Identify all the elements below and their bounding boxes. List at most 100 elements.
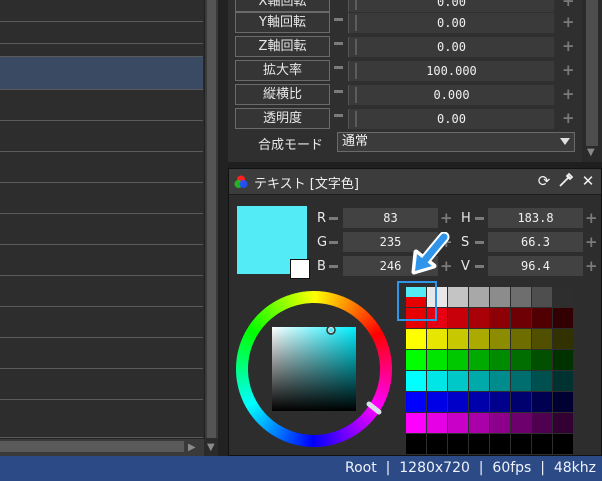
palette-swatch[interactable] (406, 371, 426, 391)
palette-swatch[interactable] (490, 287, 510, 307)
palette-swatch[interactable] (553, 329, 573, 349)
layer-row[interactable] (0, 121, 203, 152)
plus-icon[interactable]: + (440, 211, 453, 226)
layer-row[interactable] (0, 245, 203, 276)
palette-swatch[interactable] (469, 308, 489, 328)
minus-icon[interactable] (334, 90, 343, 93)
palette-swatch[interactable] (553, 287, 573, 307)
layer-row[interactable] (0, 152, 203, 183)
palette-swatch[interactable] (532, 392, 552, 412)
palette-swatch[interactable] (406, 413, 426, 433)
palette-swatch[interactable] (511, 287, 531, 307)
channel-value-v[interactable]: 96.4 (488, 256, 583, 276)
property-value-slider[interactable]: 0.00 (348, 37, 554, 57)
palette-swatch[interactable] (448, 350, 468, 370)
property-value-slider[interactable]: 0.00 (348, 0, 554, 12)
layer-row[interactable] (0, 0, 203, 22)
layer-row[interactable] (0, 90, 203, 121)
property-value-slider[interactable]: 100.000 (348, 61, 554, 81)
palette-swatch[interactable] (532, 308, 552, 328)
palette-swatch[interactable] (406, 392, 426, 412)
palette-swatch[interactable] (469, 413, 489, 433)
plus-icon[interactable]: + (562, 111, 575, 126)
palette-swatch[interactable] (427, 434, 447, 454)
palette-swatch[interactable] (448, 434, 468, 454)
minus-icon[interactable] (475, 265, 484, 268)
palette-swatch[interactable] (511, 329, 531, 349)
saturation-value-square[interactable] (272, 327, 356, 411)
palette-swatch[interactable] (469, 392, 489, 412)
palette-swatch[interactable] (448, 329, 468, 349)
blend-mode-select[interactable]: 通常 (337, 132, 575, 152)
palette-swatch[interactable] (490, 329, 510, 349)
layer-row[interactable] (0, 338, 203, 369)
minus-icon[interactable] (329, 241, 338, 244)
layer-row-selected[interactable] (0, 57, 203, 90)
timeline-layer-list[interactable] (0, 0, 203, 438)
palette-swatch[interactable] (490, 371, 510, 391)
scroll-right-arrow-icon[interactable]: ▶ (188, 443, 196, 453)
layer-row[interactable] (0, 276, 203, 307)
palette-swatch[interactable] (532, 350, 552, 370)
scroll-down-arrow-icon[interactable]: ▼ (587, 148, 595, 158)
palette-swatch[interactable] (490, 413, 510, 433)
properties-scroll-thumb[interactable] (586, 0, 598, 146)
palette-swatch[interactable] (427, 392, 447, 412)
layer-row[interactable] (0, 214, 203, 245)
palette-swatch[interactable] (532, 329, 552, 349)
property-label[interactable]: 透明度 (235, 108, 330, 129)
plus-icon[interactable]: + (585, 211, 598, 226)
timeline-horizontal-scroll-thumb[interactable] (0, 441, 184, 452)
palette-swatch[interactable] (406, 350, 426, 370)
palette-swatch[interactable] (490, 434, 510, 454)
hue-wheel[interactable] (234, 289, 394, 449)
palette-swatch[interactable] (511, 371, 531, 391)
palette-swatch[interactable] (511, 308, 531, 328)
minus-icon[interactable] (475, 241, 484, 244)
property-label[interactable]: Y軸回転 (235, 12, 330, 33)
property-value-slider[interactable]: 0.000 (348, 85, 554, 105)
palette-swatch[interactable] (448, 308, 468, 328)
palette-swatch[interactable] (553, 308, 573, 328)
minus-icon[interactable] (329, 265, 338, 268)
property-label[interactable]: 拡大率 (235, 60, 330, 81)
minus-icon[interactable] (334, 18, 343, 21)
palette-swatch[interactable] (469, 329, 489, 349)
palette-swatch[interactable] (448, 392, 468, 412)
channel-value-h[interactable]: 183.8 (488, 208, 583, 228)
palette-swatch[interactable] (553, 371, 573, 391)
minus-icon[interactable] (334, 114, 343, 117)
property-label[interactable]: Z軸回転 (235, 36, 330, 57)
minus-icon[interactable] (329, 217, 338, 220)
palette-swatch[interactable] (532, 371, 552, 391)
plus-icon[interactable]: + (562, 63, 575, 78)
layer-row[interactable] (0, 22, 203, 44)
palette-swatch[interactable] (427, 413, 447, 433)
palette-swatch[interactable] (448, 413, 468, 433)
palette-swatch[interactable] (553, 392, 573, 412)
secondary-color-swatch[interactable] (290, 259, 310, 279)
layer-row[interactable] (0, 369, 203, 400)
palette-swatch[interactable] (406, 329, 426, 349)
plus-icon[interactable]: + (562, 87, 575, 102)
channel-value-s[interactable]: 66.3 (488, 232, 583, 252)
property-value-slider[interactable]: 0.00 (348, 13, 554, 33)
minus-icon[interactable] (475, 217, 484, 220)
plus-icon[interactable]: + (562, 0, 575, 9)
timeline-vertical-scroll-thumb[interactable] (207, 0, 216, 438)
eyedropper-icon[interactable] (557, 172, 575, 190)
palette-swatch[interactable] (490, 392, 510, 412)
close-icon[interactable]: ✕ (579, 172, 597, 190)
palette-swatch[interactable] (511, 350, 531, 370)
plus-icon[interactable]: + (562, 15, 575, 30)
palette-swatch[interactable] (511, 413, 531, 433)
layer-row[interactable] (0, 183, 203, 214)
palette-swatch[interactable] (532, 434, 552, 454)
palette-swatch[interactable] (427, 329, 447, 349)
palette-swatch[interactable] (469, 350, 489, 370)
palette-swatch[interactable] (553, 413, 573, 433)
property-value-slider[interactable]: 0.00 (348, 109, 554, 129)
channel-value-r[interactable]: 83 (343, 208, 438, 228)
palette-swatch[interactable] (427, 371, 447, 391)
palette-swatch[interactable] (448, 371, 468, 391)
